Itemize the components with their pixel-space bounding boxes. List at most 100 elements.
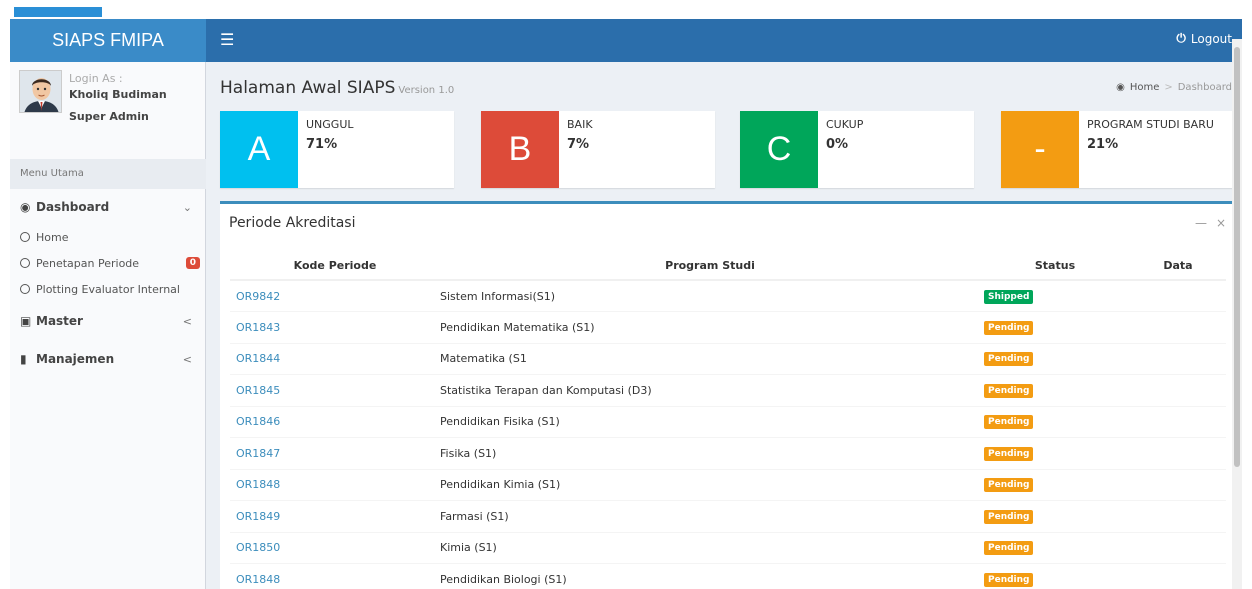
kode-periode-link[interactable]: OR1848	[236, 573, 280, 586]
table-cell-data	[1130, 563, 1226, 589]
sidebar-item-penetapan-periode[interactable]: Penetapan Periode 0	[10, 252, 206, 274]
periode-table: Kode Periode Program Studi Status Data O…	[230, 252, 1226, 589]
hamburger-icon[interactable]: ☰	[220, 30, 234, 49]
table-cell-status: Shipped	[980, 279, 1130, 312]
table-cell-data	[1130, 468, 1226, 501]
table-cell-data	[1130, 342, 1226, 375]
table-cell-status: Pending	[980, 500, 1130, 532]
info-box-value: 0%	[826, 137, 849, 152]
user-role: Super Admin	[69, 110, 149, 123]
info-box-label: PROGRAM STUDI BARU	[1087, 118, 1214, 131]
table-cell-program: Matematika (S1	[440, 342, 980, 375]
table-row: OR1846 Pendidikan Fisika (S1) Pending	[230, 405, 1226, 438]
close-icon[interactable]: ×	[1216, 216, 1226, 230]
top-accent-bar	[14, 7, 102, 17]
column-header: Program Studi	[440, 252, 980, 281]
table-cell-data	[1130, 374, 1226, 406]
info-box-cukup: C CUKUP 0%	[740, 111, 974, 188]
sidebar-item-label: Manajemen	[36, 352, 115, 366]
table-header-row: Kode Periode Program Studi Status Data	[230, 252, 1226, 281]
kode-periode-link[interactable]: OR1847	[236, 447, 280, 460]
sidebar-item-manajemen[interactable]: ▮ Manajemen <	[10, 348, 206, 370]
sidebar-item-label: Master	[36, 314, 83, 328]
table-cell-program: Pendidikan Matematika (S1)	[440, 311, 980, 343]
sidebar-item-dashboard[interactable]: ◉ Dashboard ⌄	[10, 196, 206, 218]
circle-icon	[20, 232, 30, 242]
table-cell-program: Kimia (S1)	[440, 531, 980, 564]
kode-periode-link[interactable]: OR1845	[236, 384, 280, 397]
kode-periode-link[interactable]: OR1844	[236, 352, 280, 365]
app-logo[interactable]: SIAPS FMIPA	[10, 19, 206, 62]
circle-icon	[20, 258, 30, 268]
table-cell-kode: OR1847	[230, 437, 440, 469]
table-cell-kode: OR1848	[230, 563, 440, 589]
kode-periode-link[interactable]: OR1849	[236, 510, 280, 523]
breadcrumb-home[interactable]: Home	[1130, 82, 1160, 93]
table-cell-status: Pending	[980, 405, 1130, 438]
chevron-down-icon: ⌄	[182, 200, 192, 214]
kode-periode-link[interactable]: OR1843	[236, 321, 280, 334]
info-box-icon: B	[481, 111, 559, 188]
dashboard-icon: ◉	[20, 200, 31, 214]
table-cell-kode: OR1843	[230, 311, 440, 343]
table-row: OR1848 Pendidikan Biologi (S1) Pending	[230, 563, 1226, 589]
content-area: Halaman Awal SIAPS Version 1.0 ◉ Home > D…	[206, 62, 1242, 589]
chevron-left-icon: <	[182, 314, 192, 328]
breadcrumb-current: Dashboard	[1177, 82, 1232, 93]
table-cell-kode: OR1845	[230, 374, 440, 406]
app-window: SIAPS FMIPA ☰ ⏻ Logout Login As: Kholiq…	[10, 19, 1242, 589]
table-row: OR1845 Statistika Terapan dan Komputasi (…	[230, 374, 1226, 406]
table-cell-status: Pending	[980, 531, 1130, 564]
page-version: Version 1.0	[398, 85, 455, 96]
info-box-value: 71%	[306, 137, 338, 152]
kode-periode-link[interactable]: OR1848	[236, 478, 280, 491]
table-cell-program: Pendidikan Kimia (S1)	[440, 468, 980, 501]
table-cell-program: Farmasi (S1)	[440, 500, 980, 532]
table-body: OR9842 Sistem Informasi(S1) Shipped OR1843 P…	[230, 279, 1226, 589]
table-cell-status: Pending	[980, 374, 1130, 406]
sidebar-item-master[interactable]: ▣ Master <	[10, 310, 206, 332]
main-header: SIAPS FMIPA ☰ ⏻ Logout	[10, 19, 1242, 62]
user-panel: Login As : Kholiq Budiman Super Admin	[10, 62, 206, 152]
notification-badge: 0	[185, 257, 200, 269]
table-cell-data	[1130, 531, 1226, 564]
scrollbar-thumb[interactable]	[1234, 47, 1240, 467]
info-box-value: 7%	[567, 137, 590, 152]
info-box-label: BAIK	[567, 118, 593, 131]
table-cell-status: Pending	[980, 563, 1130, 589]
status-badge: Pending	[984, 352, 1034, 367]
sidebar-item-label: Penetapan Periode	[36, 256, 140, 270]
info-box-unggul: A UNGGUL 71%	[220, 111, 454, 188]
kode-periode-link[interactable]: OR1846	[236, 415, 280, 428]
table-cell-kode: OR9842	[230, 279, 440, 312]
column-header: Kode Periode	[230, 252, 440, 281]
info-box-icon: A	[220, 111, 298, 188]
scrollbar[interactable]	[1232, 39, 1242, 589]
minus-icon[interactable]: —	[1195, 216, 1207, 230]
periode-akreditasi-box: Periode Akreditasi — × Kode Periode Prog…	[220, 201, 1236, 589]
logout-label: Logout	[1190, 31, 1232, 46]
status-badge: Pending	[984, 573, 1034, 587]
info-box-program-studi-baru: - PROGRAM STUDI BARU 21%	[1001, 111, 1235, 188]
table-cell-data	[1130, 279, 1226, 312]
login-as-label: Login As :	[69, 72, 123, 85]
sidebar-item-home[interactable]: Home	[10, 226, 206, 248]
table-cell-data	[1130, 405, 1226, 438]
info-box-value: 21%	[1087, 137, 1119, 152]
table-cell-data	[1130, 500, 1226, 532]
circle-icon	[20, 284, 30, 294]
status-badge: Pending	[984, 478, 1034, 493]
status-badge: Shipped	[984, 289, 1034, 304]
status-badge: Pending	[984, 383, 1034, 398]
kode-periode-link[interactable]: OR9842	[236, 290, 280, 303]
status-badge: Pending	[984, 415, 1034, 430]
logout-button[interactable]: ⏻ Logout	[1176, 31, 1232, 46]
box-title: Periode Akreditasi	[229, 215, 356, 231]
book-icon: ▮	[20, 352, 27, 366]
table-row: OR1848 Pendidikan Kimia (S1) Pending	[230, 468, 1226, 501]
table-cell-status: Pending	[980, 342, 1130, 375]
sidebar-item-plotting-evaluator[interactable]: Plotting Evaluator Internal	[10, 278, 206, 300]
kode-periode-link[interactable]: OR1850	[236, 541, 280, 554]
info-box-icon: C	[740, 111, 818, 188]
table-row: OR1847 Fisika (S1) Pending	[230, 437, 1226, 469]
